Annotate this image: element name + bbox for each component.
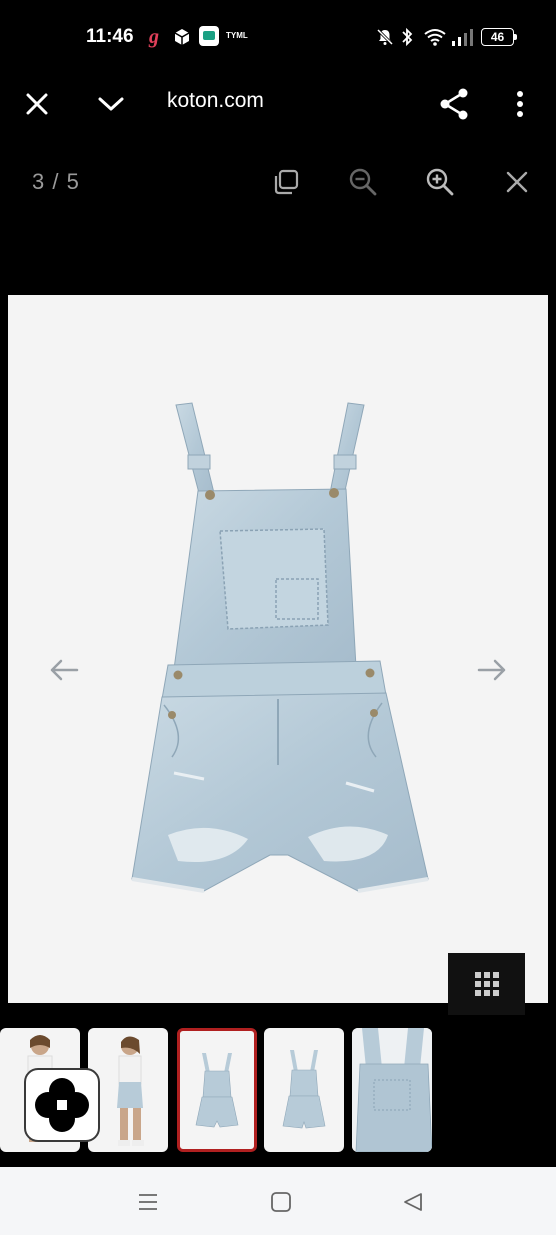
wifi-icon xyxy=(423,27,447,47)
home-button[interactable] xyxy=(267,1188,295,1216)
denim-overall-image xyxy=(131,402,429,893)
prev-image-button[interactable] xyxy=(44,650,84,690)
close-tab-button[interactable] xyxy=(17,84,57,124)
svg-text:g: g xyxy=(148,26,159,48)
image-counter: 3 / 5 xyxy=(32,169,80,194)
arrow-left-icon xyxy=(50,659,79,681)
overall-back-thumbnail xyxy=(282,1050,326,1129)
menu-key-icon xyxy=(139,1194,157,1210)
chat-app-icon xyxy=(199,26,219,46)
thumbnail-5[interactable] xyxy=(352,1028,432,1152)
overall-front-thumbnail xyxy=(195,1053,239,1128)
clover-logo-icon xyxy=(35,1078,89,1132)
zoom-out-button[interactable] xyxy=(345,164,381,200)
chevron-down-icon xyxy=(98,97,124,111)
status-time: 11:46 xyxy=(86,26,134,47)
close-icon xyxy=(26,93,48,115)
copy-icon xyxy=(274,169,299,195)
model-side-thumbnail xyxy=(117,1036,144,1146)
share-button[interactable] xyxy=(434,84,474,124)
more-vert-icon xyxy=(517,91,523,117)
back-key-icon xyxy=(404,1193,422,1211)
zoom-out-icon xyxy=(349,168,377,196)
home-key-icon xyxy=(271,1192,291,1212)
grid-view-button[interactable] xyxy=(448,953,525,1015)
g-app-icon: g xyxy=(148,26,162,48)
zoom-in-button[interactable] xyxy=(422,164,458,200)
close-viewer-button[interactable] xyxy=(499,164,535,200)
floating-app-button[interactable] xyxy=(24,1068,100,1142)
browser-toolbar xyxy=(0,70,556,136)
expand-button[interactable] xyxy=(91,84,131,124)
thumbnail-4[interactable] xyxy=(264,1028,344,1152)
box-app-icon xyxy=(173,28,191,48)
arrow-right-icon xyxy=(477,659,506,681)
page-url[interactable]: koton.com xyxy=(167,89,264,113)
battery-level: 46 xyxy=(481,28,514,46)
thumbnail-2[interactable] xyxy=(88,1028,168,1152)
zoom-in-icon xyxy=(426,168,454,196)
overall-detail-thumbnail xyxy=(352,1028,432,1152)
mute-icon xyxy=(376,28,394,48)
copy-button[interactable] xyxy=(268,164,304,200)
more-menu-button[interactable] xyxy=(500,84,540,124)
recent-apps-button[interactable] xyxy=(134,1188,162,1216)
battery-icon: 46 xyxy=(481,28,517,46)
close-icon xyxy=(506,171,528,193)
thumbnail-3-active[interactable] xyxy=(177,1028,257,1152)
back-button[interactable] xyxy=(399,1188,427,1216)
grid-icon xyxy=(474,972,499,996)
signal-icon xyxy=(451,27,475,47)
next-image-button[interactable] xyxy=(472,650,512,690)
tyml-label: TYML xyxy=(226,31,248,40)
bluetooth-icon xyxy=(401,27,413,47)
share-icon xyxy=(440,88,468,120)
status-bar: 11:46 g TYML 46 xyxy=(0,0,556,70)
product-image[interactable] xyxy=(8,295,548,1003)
